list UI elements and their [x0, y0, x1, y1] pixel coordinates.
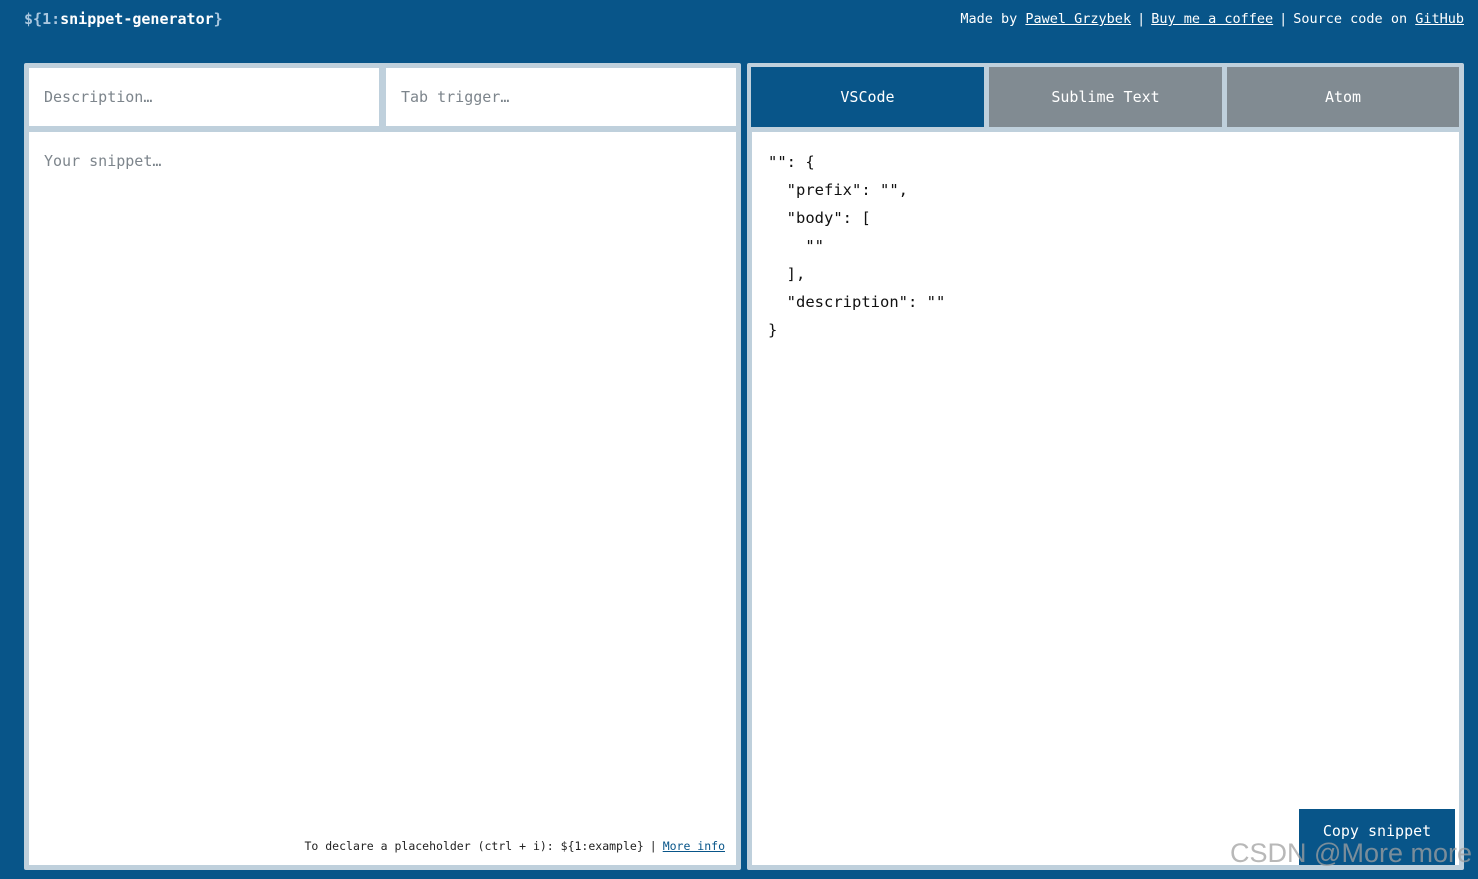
placeholder-hint: To declare a placeholder (ctrl + i): ${1… — [304, 839, 725, 853]
logo-name: snippet-generator — [60, 10, 214, 28]
hint-text: To declare a placeholder (ctrl + i): ${1… — [304, 839, 644, 853]
coffee-link[interactable]: Buy me a coffee — [1151, 11, 1273, 27]
logo-prefix: ${ — [24, 10, 43, 28]
snippet-textarea[interactable] — [29, 132, 736, 865]
app-logo[interactable]: ${1:snippet-generator} — [24, 10, 223, 28]
snippet-output: "": { "prefix": "", "body": [ "" ], "des… — [752, 132, 1459, 865]
separator: | — [1279, 11, 1288, 27]
credits: Made by Pawel Grzybek | Buy me a coffee | So… — [960, 11, 1464, 27]
tab-trigger-input[interactable] — [386, 68, 736, 126]
logo-suffix: } — [213, 10, 223, 28]
input-panel: To declare a placeholder (ctrl + i): ${1… — [24, 63, 741, 870]
tab-atom[interactable]: Atom — [1227, 67, 1459, 127]
separator: | — [649, 839, 657, 853]
output-panel: VSCode Sublime Text Atom "": { "prefix":… — [747, 63, 1464, 870]
tab-sublime-text[interactable]: Sublime Text — [989, 67, 1222, 127]
github-link[interactable]: GitHub — [1415, 11, 1464, 27]
description-input[interactable] — [29, 68, 379, 126]
logo-number: 1: — [42, 10, 61, 28]
separator: | — [1137, 11, 1146, 27]
author-link[interactable]: Pawel Grzybek — [1025, 11, 1131, 27]
source-code-text: Source code on — [1293, 11, 1408, 27]
copy-snippet-button[interactable]: Copy snippet — [1299, 809, 1455, 865]
made-by-text: Made by — [960, 11, 1018, 27]
header: ${1:snippet-generator} Made by Pawel Grz… — [0, 0, 1478, 42]
snippet-code: "": { "prefix": "", "body": [ "" ], "des… — [768, 153, 946, 339]
tab-vscode[interactable]: VSCode — [751, 67, 984, 127]
more-info-link[interactable]: More info — [663, 839, 725, 853]
